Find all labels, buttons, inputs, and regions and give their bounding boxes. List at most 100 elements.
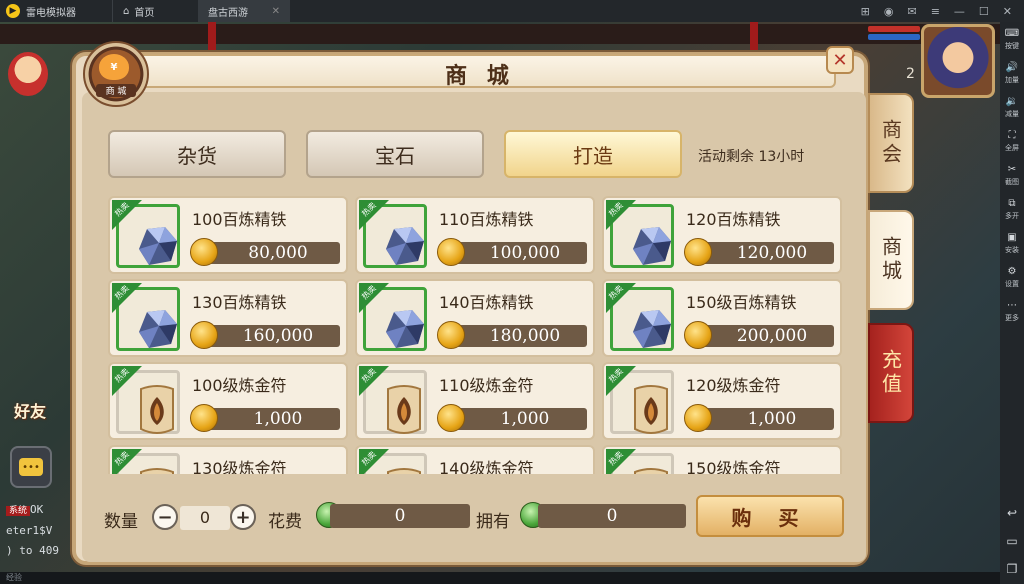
owned-value: 0	[538, 504, 686, 528]
mp-bar	[868, 34, 920, 40]
side-tab-mall[interactable]: 商城	[868, 210, 914, 310]
bottom-status-strip: 经验	[0, 572, 1000, 584]
quantity-field[interactable]: 0	[180, 506, 230, 530]
quantity-plus-button[interactable]: +	[230, 504, 256, 530]
shop-item-card[interactable]: 热卖 140级炼金符	[355, 445, 595, 474]
gold-coin-icon	[684, 238, 712, 266]
item-price: 1,000	[202, 408, 340, 430]
shop-item-card[interactable]: 热卖 100级炼金符 1,000	[108, 362, 348, 440]
chat-system-tag: 系统	[6, 506, 31, 516]
friend-button[interactable]: 好友	[14, 398, 74, 428]
scissors-icon: ✂	[1007, 163, 1017, 175]
shop-item-card[interactable]: 热卖 110级炼金符 1,000	[355, 362, 595, 440]
item-price: 1,000	[449, 408, 587, 430]
quantity-minus-button[interactable]: −	[152, 504, 178, 530]
sidebar-item-fullscreen[interactable]: ⛶ 全屏	[1000, 124, 1024, 158]
home-icon: ⌂	[123, 5, 130, 17]
side-tab-recharge[interactable]: 充值	[868, 323, 914, 423]
menu-icon[interactable]: ≡	[931, 5, 940, 18]
cost-label: 花费	[268, 512, 302, 532]
shop-title: 商 城	[445, 64, 515, 89]
tab-close-icon[interactable]: ✕	[272, 6, 280, 17]
shop-item-card[interactable]: 热卖 120百炼精铁 120,000	[602, 196, 842, 274]
item-name: 120级炼金符	[686, 376, 781, 395]
sidebar-item-keyboard[interactable]: ⌨ 按键	[1000, 22, 1024, 56]
emulator-logo-icon: ▶	[6, 4, 20, 18]
tab-gems[interactable]: 宝石	[306, 130, 484, 178]
apk-icon: ▣	[1007, 231, 1017, 243]
multi-open-icon: ⧉	[1008, 197, 1016, 209]
tab-forging[interactable]: 打造	[504, 130, 682, 178]
chat-bubble-icon: •••	[19, 458, 43, 476]
sidebar-item-scissors[interactable]: ✂ 截图	[1000, 158, 1024, 192]
chat-button[interactable]: •••	[10, 446, 52, 488]
keyboard-icon: ⌨	[1004, 27, 1020, 39]
tab-home[interactable]: ⌂ 首页	[112, 0, 198, 22]
item-name: 120百炼精铁	[686, 210, 781, 229]
chat-log: 系统 OK eter1$V ) to 409	[6, 500, 59, 561]
emulator-title-bar: ▶ 雷电模拟器 ⌂ 首页 盘古西游 ✕ ⊞ ◉ ✉ ≡ — ☐ ✕	[0, 0, 1024, 22]
gold-coin-icon	[684, 404, 712, 432]
mail-icon[interactable]: ✉	[907, 5, 916, 18]
background-pole	[208, 22, 216, 50]
background-building-strip	[0, 24, 1000, 44]
sidebar-item-label: 全屏	[1005, 143, 1019, 152]
shop-item-card[interactable]: 热卖 130级炼金符	[108, 445, 348, 474]
fullscreen-icon: ⛶	[1008, 129, 1016, 141]
item-name: 150级炼金符	[686, 459, 781, 474]
hp-bar	[868, 26, 920, 32]
player-avatar[interactable]	[921, 24, 995, 98]
home-nav-icon[interactable]: ▭	[1006, 534, 1017, 548]
background-pole	[750, 22, 758, 50]
gold-coin-icon	[437, 404, 465, 432]
money-bag-icon: ¥	[99, 54, 129, 80]
sidebar-item-label: 设置	[1005, 279, 1019, 288]
gamepad-icon[interactable]: ⊞	[861, 5, 870, 18]
sidebar-item-label: 更多	[1005, 313, 1019, 322]
close-button[interactable]: ✕	[826, 46, 854, 74]
sidebar-item-more[interactable]: ⋯ 更多	[1000, 294, 1024, 328]
emulator-window-controls: ⊞ ◉ ✉ ≡ — ☐ ✕	[861, 5, 1024, 18]
shop-item-card[interactable]: 热卖 110百炼精铁 100,000	[355, 196, 595, 274]
window-close-icon[interactable]: ✕	[1003, 5, 1012, 18]
sidebar-item-multi-open[interactable]: ⧉ 多开	[1000, 192, 1024, 226]
emulator-nav-buttons: ↩ ▭ ❐	[1000, 506, 1024, 576]
shop-item-card[interactable]: 热卖 140百炼精铁 180,000	[355, 279, 595, 357]
mascot-icon[interactable]	[8, 52, 48, 96]
tab-groceries[interactable]: 杂货	[108, 130, 286, 178]
more-icon: ⋯	[1007, 299, 1017, 311]
gold-coin-icon	[190, 404, 218, 432]
gear-icon: ⚙	[1007, 265, 1017, 277]
owned-label: 拥有	[476, 512, 510, 532]
back-icon[interactable]: ↩	[1007, 506, 1017, 520]
sidebar-item-apk[interactable]: ▣ 安装	[1000, 226, 1024, 260]
item-grid: 热卖 100百炼精铁 80,000 热卖 110百炼精铁 100,000 热卖 120百炼精铁…	[108, 196, 842, 474]
shop-item-card[interactable]: 热卖 150级百炼精铁 200,000	[602, 279, 842, 357]
item-name: 110级炼金符	[439, 376, 534, 395]
tab-game-label: 盘古西游	[208, 7, 248, 19]
shop-item-card[interactable]: 热卖 150级炼金符	[602, 445, 842, 474]
sidebar-item-volume-down[interactable]: 🔉 减量	[1000, 90, 1024, 124]
emulator-sidebar: ⌨ 按键 🔊 加量 🔉 减量 ⛶ 全屏 ✂ 截图 ⧉ 多开 ▣ 安装 ⚙ 设置 ⋯ 更多 ↩ ▭ ❐	[1000, 22, 1024, 584]
volume-up-icon: 🔊	[1005, 61, 1019, 73]
sidebar-item-volume-up[interactable]: 🔊 加量	[1000, 56, 1024, 90]
shop-item-card[interactable]: 热卖 130百炼精铁 160,000	[108, 279, 348, 357]
user-icon[interactable]: ◉	[884, 5, 894, 18]
item-price: 160,000	[202, 325, 340, 347]
chat-line: OK	[30, 503, 44, 516]
buy-button[interactable]: 购 买	[696, 495, 844, 537]
side-tab-guild[interactable]: 商会	[868, 93, 914, 193]
chat-line: eter1$V	[6, 524, 53, 537]
minimize-icon[interactable]: —	[954, 5, 965, 18]
shop-item-card[interactable]: 热卖 100百炼精铁 80,000	[108, 196, 348, 274]
shop-item-card[interactable]: 热卖 120级炼金符 1,000	[602, 362, 842, 440]
sidebar-item-label: 减量	[1005, 109, 1019, 118]
recent-apps-icon[interactable]: ❐	[1007, 562, 1018, 576]
sidebar-item-label: 按键	[1005, 41, 1019, 50]
emulator-app-name: 雷电模拟器	[26, 7, 76, 19]
sidebar-item-gear[interactable]: ⚙ 设置	[1000, 260, 1024, 294]
tab-game[interactable]: 盘古西游 ✕	[198, 0, 290, 22]
volume-down-icon: 🔉	[1005, 95, 1019, 107]
maximize-icon[interactable]: ☐	[979, 5, 989, 18]
shop-emblem-label: 商 城	[96, 84, 136, 97]
